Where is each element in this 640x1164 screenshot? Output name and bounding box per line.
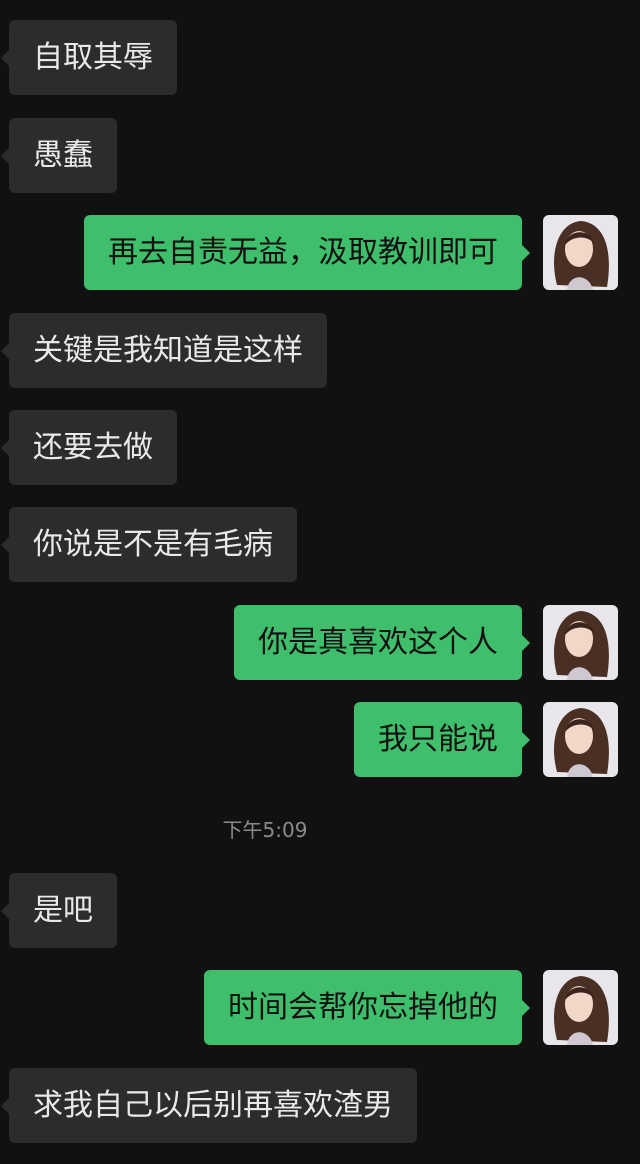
message-bubble-sent[interactable]: 时间会帮你忘掉他的 xyxy=(204,970,530,1045)
message-bubble-sent[interactable]: 我只能说 xyxy=(354,702,530,777)
woman-portrait-avatar xyxy=(543,215,618,290)
message-bubble-sent[interactable]: 你是真喜欢这个人 xyxy=(234,605,530,680)
chat-message-list[interactable]: 自取其辱 愚蠢 再去自责无益，汲取教训即可 关键是我知道是这样 还要去做 你说是… xyxy=(0,0,640,1164)
user-avatar[interactable] xyxy=(543,605,618,680)
user-avatar[interactable] xyxy=(543,702,618,777)
woman-portrait-avatar xyxy=(543,970,618,1045)
woman-portrait-avatar xyxy=(543,605,618,680)
message-bubble-received[interactable]: 是吧 xyxy=(1,873,117,948)
message-bubble-sent[interactable]: 再去自责无益，汲取教训即可 xyxy=(84,215,530,290)
message-bubble-received[interactable]: 求我自己以后别再喜欢渣男 xyxy=(1,1068,417,1143)
message-bubble-received[interactable]: 还要去做 xyxy=(1,410,177,485)
woman-portrait-avatar xyxy=(543,702,618,777)
message-bubble-received[interactable]: 你说是不是有毛病 xyxy=(1,507,297,582)
user-avatar[interactable] xyxy=(543,215,618,290)
message-bubble-received[interactable]: 自取其辱 xyxy=(1,20,177,95)
timestamp: 下午5:09 xyxy=(222,818,308,842)
message-bubble-received[interactable]: 愚蠢 xyxy=(1,118,117,193)
message-bubble-received[interactable]: 关键是我知道是这样 xyxy=(1,313,327,388)
user-avatar[interactable] xyxy=(543,970,618,1045)
